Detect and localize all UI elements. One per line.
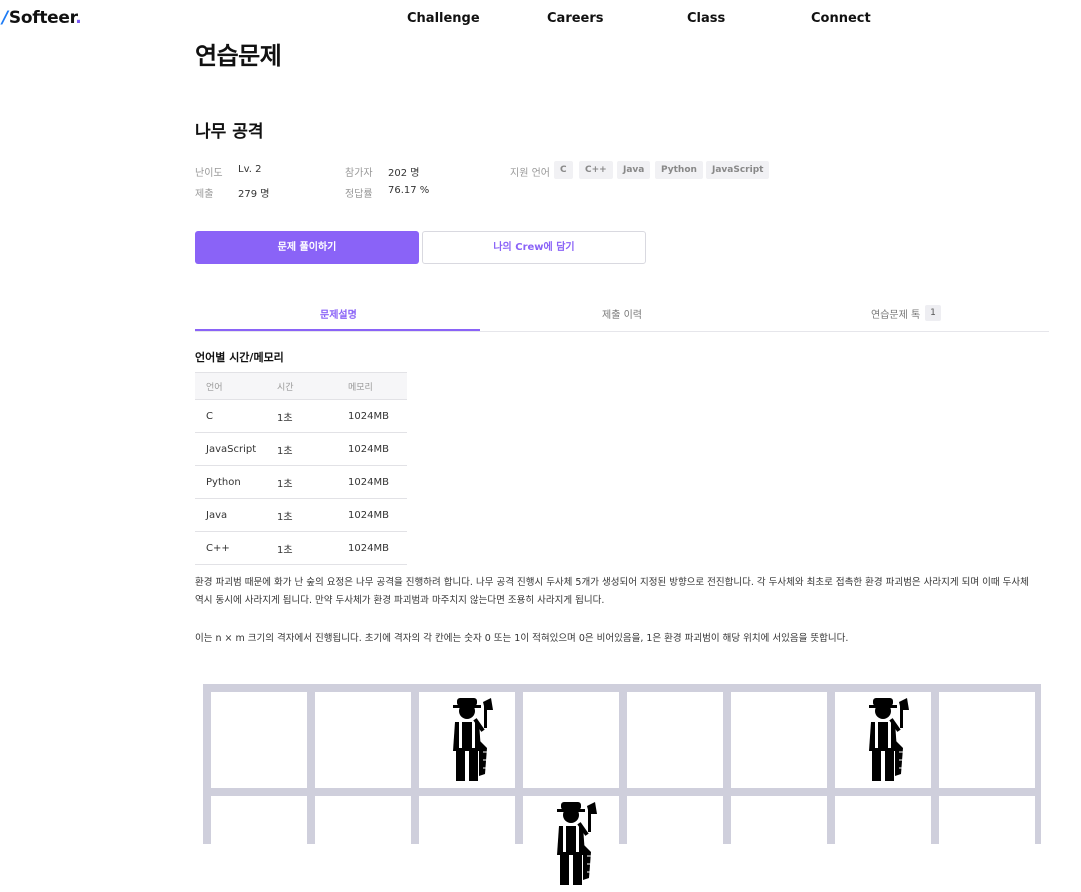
solve-problem-button[interactable]: 문제 풀이하기 (195, 231, 419, 264)
languages-label: 지원 언어 (510, 168, 550, 179)
grid-cell (419, 692, 515, 788)
grid-cell (315, 796, 411, 892)
logo-text: Softeer (8, 8, 76, 28)
description-line: 환경 파괴범 때문에 화가 난 숲의 요정은 나무 공격을 진행하려 합니다. … (195, 577, 1029, 588)
grid-cell (939, 692, 1035, 788)
nav-class[interactable]: Class (687, 11, 725, 26)
grid-cell (835, 796, 931, 892)
table-cell: 1초 (266, 465, 337, 499)
nav-careers[interactable]: Careers (547, 11, 604, 26)
add-to-crew-button[interactable]: 나의 Crew에 담기 (422, 231, 646, 264)
grid-cell (627, 796, 723, 892)
talk-count-badge: 1 (925, 305, 941, 321)
difficulty-value: Lv. 2 (238, 164, 262, 175)
language-tag-javascript: JavaScript (706, 161, 770, 179)
table-cell: 1024MB (337, 531, 407, 565)
tab-description[interactable]: 문제설명 (320, 306, 357, 321)
table-cell: Java (195, 498, 266, 532)
lumberjack-icon (439, 696, 495, 786)
tab-divider (195, 331, 1049, 332)
language-tag-cpp: C++ (579, 161, 613, 179)
logo-slash: / (2, 8, 8, 28)
accuracy-value: 76.17 % (388, 185, 430, 196)
description-paragraph-2: 이는 n × m 크기의 격자에서 진행됩니다. 초기에 격자의 각 칸에는 숫… (195, 633, 849, 644)
grid-cell (731, 796, 827, 892)
table-cell: 1초 (266, 498, 337, 532)
table-cell: 1024MB (337, 465, 407, 499)
grid-cell (211, 692, 307, 788)
table-cell: 1초 (266, 531, 337, 565)
problem-title: 나무 공격 (195, 122, 264, 142)
difficulty-label: 난이도 (195, 168, 223, 179)
participants-label: 참가자 (345, 168, 373, 179)
column-header: 시간 (266, 372, 337, 400)
description-line: 역시 동시에 사라지게 됩니다. 만약 두사체가 환경 파괴범과 마주치지 않는… (195, 595, 605, 606)
submissions-label: 제출 (195, 189, 214, 200)
table-row: Java 1초 1024MB (195, 498, 407, 532)
language-tag-python: Python (655, 161, 703, 179)
tab-active-indicator (195, 329, 480, 331)
grid-cell (731, 692, 827, 788)
language-tag-java: Java (617, 161, 651, 179)
nav-challenge[interactable]: Challenge (407, 11, 480, 26)
softeer-logo[interactable]: /Softeer. (2, 8, 82, 28)
table-row: Python 1초 1024MB (195, 465, 407, 499)
logo-dot: . (75, 8, 82, 28)
tab-submission-history[interactable]: 제출 이력 (602, 306, 642, 321)
limits-title: 언어별 시간/메모리 (195, 351, 284, 364)
grid-cell (939, 796, 1035, 892)
table-row: C 1초 1024MB (195, 399, 407, 433)
table-header-row: 언어 시간 메모리 (195, 372, 407, 400)
table-row: JavaScript 1초 1024MB (195, 432, 407, 466)
language-tag-c: C (554, 161, 573, 179)
grid-cell (419, 796, 515, 892)
table-cell: 1024MB (337, 399, 407, 433)
column-header: 언어 (195, 372, 266, 400)
grid-cell (315, 692, 411, 788)
table-cell: 1024MB (337, 432, 407, 466)
column-header: 메모리 (337, 372, 407, 400)
lumberjack-icon (855, 696, 911, 786)
table-cell: C (195, 399, 266, 433)
submissions-value: 279 명 (238, 189, 270, 200)
lumberjack-icon (543, 800, 599, 890)
nav-connect[interactable]: Connect (811, 11, 871, 26)
table-cell: Python (195, 465, 266, 499)
description-paragraph-1: 환경 파괴범 때문에 화가 난 숲의 요정은 나무 공격을 진행하려 합니다. … (195, 574, 1055, 610)
participants-value: 202 명 (388, 168, 420, 179)
problem-grid-illustration (203, 684, 1041, 892)
table-cell: 1024MB (337, 498, 407, 532)
table-cell: 1초 (266, 432, 337, 466)
table-row: C++ 1초 1024MB (195, 531, 407, 565)
accuracy-label: 정답률 (345, 189, 373, 200)
limits-table: 언어 시간 메모리 C 1초 1024MB JavaScript 1초 1024… (195, 372, 407, 565)
grid-cell (627, 692, 723, 788)
grid-cell (523, 796, 619, 892)
page-title: 연습문제 (195, 42, 282, 70)
grid-cell (523, 692, 619, 788)
grid-cell (211, 796, 307, 892)
grid-cell (835, 692, 931, 788)
table-cell: 1초 (266, 399, 337, 433)
table-cell: JavaScript (195, 432, 266, 466)
table-cell: C++ (195, 531, 266, 565)
tab-practice-talk[interactable]: 연습문제 톡 (871, 306, 920, 321)
